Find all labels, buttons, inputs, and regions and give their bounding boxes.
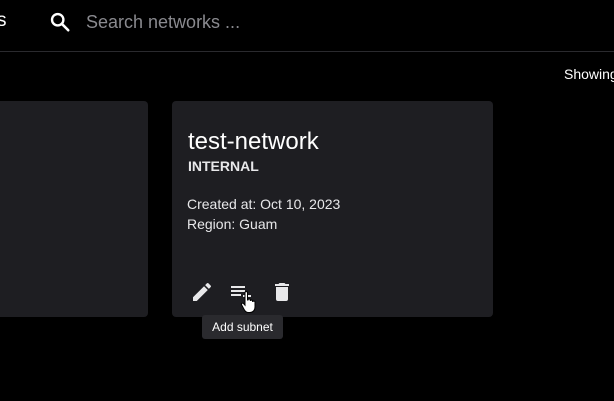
showing-count-label: Showing [564,66,614,82]
trash-icon [275,283,289,301]
add-subnet-tooltip: Add subnet [202,315,283,339]
truncated-nav-label[interactable]: s [0,10,7,32]
top-bar: s [0,0,614,52]
network-card-partial[interactable] [0,101,148,317]
delete-network-button[interactable] [270,280,294,304]
network-type-label: INTERNAL [188,158,259,174]
region-text: Region: Guam [187,216,278,232]
hand-cursor-icon [240,291,256,313]
network-name: test-network [188,128,319,155]
search-icon [50,12,70,32]
created-at-text: Created at: Oct 10, 2023 [187,196,341,212]
search-input[interactable] [86,9,406,35]
edit-network-button[interactable] [190,280,214,304]
network-card[interactable]: test-network INTERNAL Created at: Oct 10… [172,101,493,317]
pencil-icon [193,282,212,301]
